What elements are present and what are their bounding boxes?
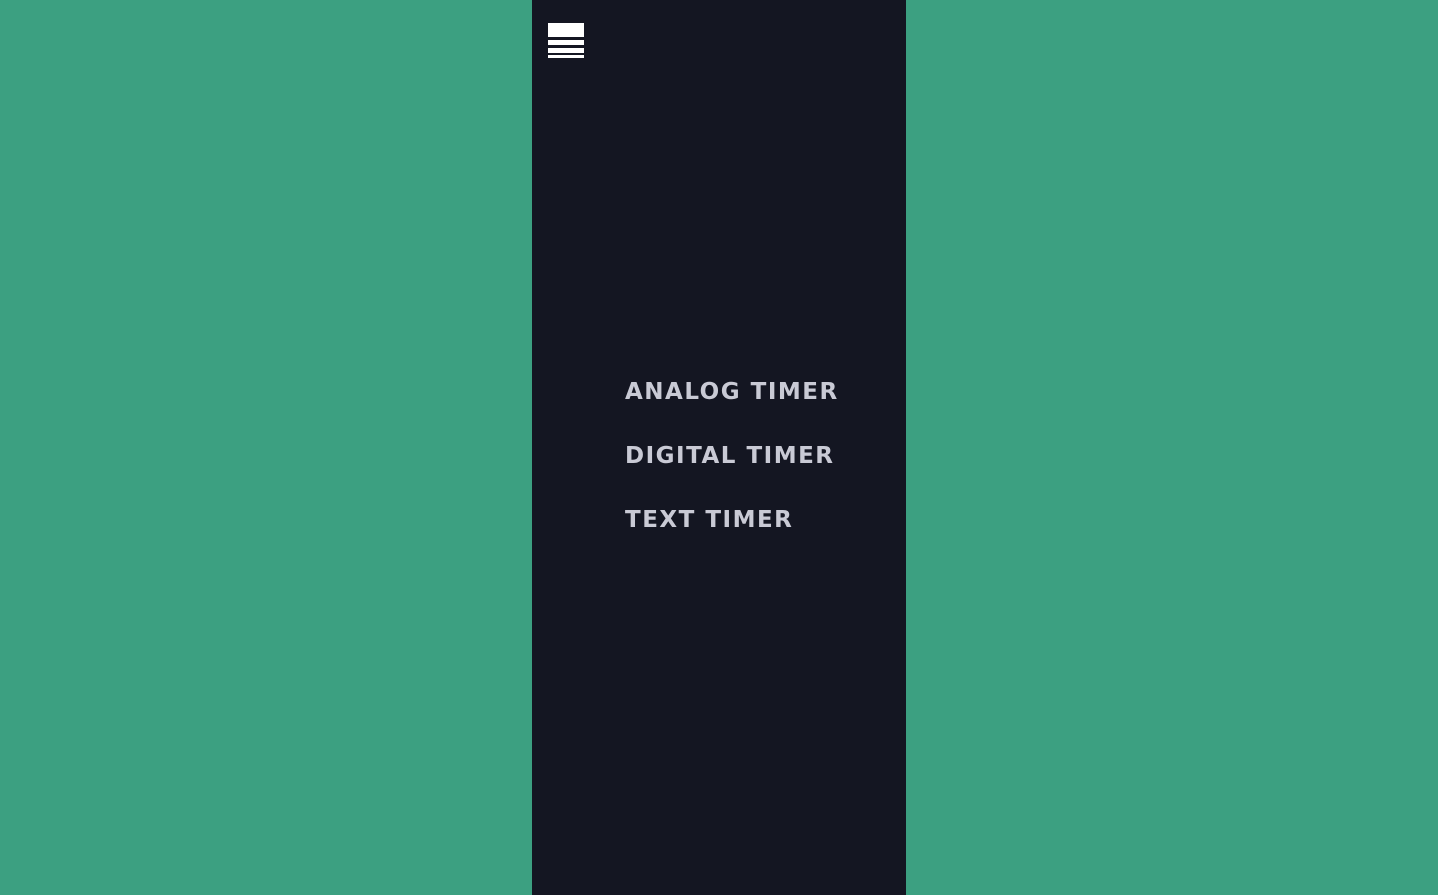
hamburger-menu-icon xyxy=(548,23,584,58)
side-panel: ANALOG TIMER DIGITAL TIMER TEXT TIMER xyxy=(532,0,906,895)
text-timer-link[interactable]: TEXT TIMER xyxy=(625,501,839,539)
nav-item-text-timer: TEXT TIMER xyxy=(625,501,839,565)
menu-toggle-button[interactable] xyxy=(548,23,584,60)
digital-timer-link[interactable]: DIGITAL TIMER xyxy=(625,437,839,475)
nav-item-digital-timer: DIGITAL TIMER xyxy=(625,437,839,501)
analog-timer-link[interactable]: ANALOG TIMER xyxy=(625,373,839,411)
nav-item-analog-timer: ANALOG TIMER xyxy=(625,373,839,437)
timer-nav: ANALOG TIMER DIGITAL TIMER TEXT TIMER xyxy=(625,373,839,565)
